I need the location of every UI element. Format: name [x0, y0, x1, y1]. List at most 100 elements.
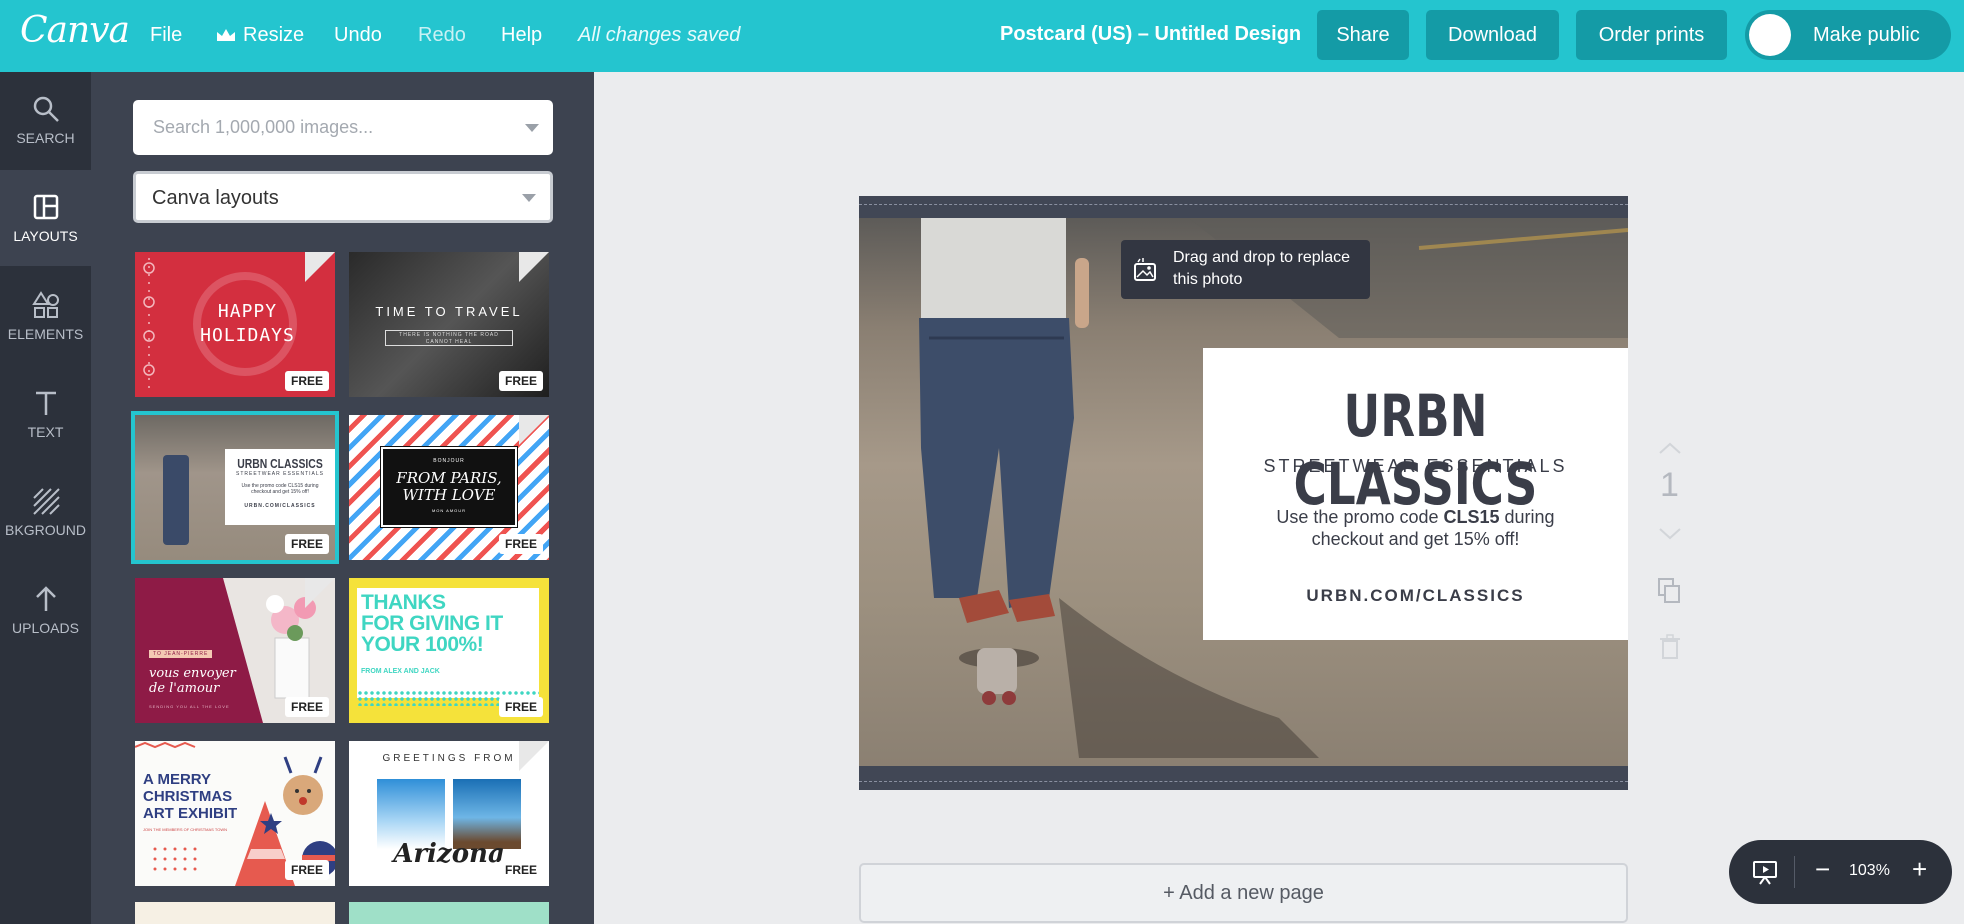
layout-category-select[interactable]: Canva layouts [133, 171, 553, 223]
promo-body-text: Use the promo code [1276, 507, 1444, 527]
promo-body[interactable]: Use the promo code CLS15 during checkout… [1243, 506, 1588, 550]
present-icon[interactable] [1751, 858, 1779, 886]
rail-item-text[interactable]: TEXT [0, 366, 91, 462]
layout-thumb-urbn-classics[interactable]: URBN CLASSICS STREETWEAR ESSENTIALS Use … [131, 411, 339, 564]
chevron-down-icon[interactable] [525, 124, 539, 132]
zoom-level[interactable]: 103% [1849, 862, 1890, 880]
layout-thumb-partial[interactable] [135, 902, 335, 924]
thumb-text: TIME TO TRAVEL [375, 304, 523, 319]
toggle-knob [1749, 14, 1791, 56]
thumb-text: YOUR 100%! [361, 633, 484, 656]
crown-icon [217, 29, 235, 41]
image-search-input[interactable] [133, 100, 513, 155]
shapes-icon [31, 291, 59, 318]
zoom-control: − 103% + [1729, 840, 1952, 904]
free-badge: FREE [498, 860, 543, 880]
page-fold [519, 741, 549, 771]
thumb-text: URBN.COM/CLASSICS [244, 503, 316, 509]
thumb-text: SENDING YOU ALL THE LOVE [149, 704, 230, 709]
add-page-button[interactable]: + Add a new page [859, 863, 1628, 923]
delete-page-icon[interactable] [1655, 632, 1685, 662]
order-prints-button[interactable]: Order prints [1576, 10, 1727, 60]
layout-thumb-vous-envoyer[interactable]: TO JEAN-PIERRE vous envoyer de l'amour S… [135, 578, 335, 723]
rail-item-elements[interactable]: ELEMENTS [0, 268, 91, 364]
move-page-up-icon[interactable] [1655, 440, 1685, 456]
free-badge: FREE [284, 534, 329, 554]
page-fold [305, 252, 335, 282]
thumb-figure [163, 455, 189, 545]
thumb-text: WITH LOVE [402, 486, 496, 504]
rail-item-background[interactable]: BKGROUND [0, 464, 91, 560]
layout-thumb-partial[interactable] [349, 902, 549, 924]
page-fold [519, 415, 549, 445]
thumb-text: FOR GIVING IT [361, 612, 503, 635]
free-badge: FREE [284, 371, 329, 391]
layout-thumb-christmas-exhibit[interactable]: A MERRY CHRISTMAS ART EXHIBIT JOIN THE M… [135, 741, 335, 886]
rail-item-search[interactable]: SEARCH [0, 72, 91, 168]
promo-url[interactable]: URBN.COM/CLASSICS [1203, 586, 1628, 606]
share-button[interactable]: Share [1317, 10, 1409, 60]
canva-logo[interactable]: Canva [20, 10, 130, 51]
page-number: 1 [1660, 466, 1679, 504]
document-title[interactable]: Postcard (US) – Untitled Design [1000, 23, 1301, 46]
redo-button[interactable]: Redo [418, 24, 466, 47]
thumb-text: THANKS [361, 591, 446, 614]
undo-button[interactable]: Undo [334, 24, 382, 47]
rail-label-uploads: UPLOADS [12, 620, 79, 636]
zoom-in-button[interactable]: + [1912, 854, 1927, 885]
rail-item-layouts[interactable]: LAYOUTS [0, 170, 91, 266]
promo-subtitle[interactable]: STREETWEAR ESSENTIALS [1203, 456, 1628, 477]
resize-menu[interactable]: Resize [216, 24, 304, 47]
page-fold [305, 578, 335, 608]
tooltip-text: Drag and drop to replace this photo [1173, 249, 1350, 288]
layout-thumb-arizona[interactable]: GREETINGS FROM Arizona FREE [349, 741, 549, 886]
make-public-toggle[interactable]: Make public [1745, 10, 1951, 60]
thumb-text: Use the promo code CLS15 during checkout… [241, 483, 319, 495]
thumb-text: HAPPY [217, 301, 278, 322]
free-badge: FREE [498, 371, 543, 391]
rail-item-uploads[interactable]: UPLOADS [0, 562, 91, 658]
bleed-guide-top [859, 204, 1628, 205]
free-badge: FREE [284, 860, 329, 880]
promo-text-card[interactable]: URBN CLASSICS STREETWEAR ESSENTIALS Use … [1203, 348, 1628, 640]
rail-label-search: SEARCH [16, 130, 75, 146]
search-icon [33, 96, 59, 122]
rail-label-background: BKGROUND [5, 522, 86, 538]
save-status: All changes saved [578, 24, 741, 46]
resize-label: Resize [243, 24, 305, 46]
free-badge: FREE [498, 697, 543, 717]
rail-label-elements: ELEMENTS [7, 326, 84, 342]
thumb-text: TO JEAN-PIERRE [149, 650, 213, 658]
duplicate-page-icon[interactable] [1655, 576, 1685, 606]
background-pattern-icon [32, 488, 60, 515]
layouts-icon [33, 194, 58, 220]
zoom-out-button[interactable]: − [1815, 854, 1830, 885]
move-page-down-icon[interactable] [1655, 526, 1685, 542]
free-badge: FREE [284, 697, 329, 717]
rail-label-text: TEXT [27, 424, 64, 440]
bleed-guide-bottom [859, 781, 1628, 782]
layout-thumb-thanks[interactable]: THANKS FOR GIVING IT YOUR 100%! FROM ALE… [349, 578, 549, 723]
layout-thumb-happy-holidays[interactable]: HAPPY HOLIDAYS FREE [135, 252, 335, 397]
top-bar: Canva File Resize Undo Redo Help All cha… [0, 0, 1964, 72]
image-replace-icon [1134, 258, 1156, 281]
file-menu[interactable]: File [150, 24, 182, 47]
replace-photo-tooltip: Drag and drop to replace this photo [1121, 240, 1370, 299]
thumb-text: URBN CLASSICS [237, 456, 323, 471]
upload-arrow-icon [35, 586, 56, 611]
thumb-text: HOLIDAYS [200, 325, 295, 346]
help-menu[interactable]: Help [501, 24, 542, 47]
left-rail: SEARCH LAYOUTS ELEMENTS TEXT BKGROUND UP… [0, 72, 91, 924]
thumb-text: vous envoyer [149, 666, 236, 681]
rail-label-layouts: LAYOUTS [13, 228, 78, 244]
layout-thumb-time-to-travel[interactable]: TIME TO TRAVEL THERE IS NOTHING THE ROAD… [349, 252, 549, 397]
promo-title[interactable]: URBN CLASSICS [1250, 382, 1582, 518]
layouts-panel: Canva layouts HAPPY HOLIDAYS FREE TIME T… [91, 72, 594, 924]
free-badge: FREE [498, 534, 543, 554]
thumb-text: THERE IS NOTHING THE ROAD CANNOT HEAL [385, 330, 513, 346]
download-button[interactable]: Download [1426, 10, 1559, 60]
page-fold [519, 252, 549, 282]
layout-thumb-from-paris[interactable]: BONJOUR FROM PARIS, WITH LOVE MON AMOUR … [349, 415, 549, 560]
thumb-text: MON AMOUR [431, 508, 467, 513]
thumb-text: FROM PARIS, [396, 469, 502, 487]
